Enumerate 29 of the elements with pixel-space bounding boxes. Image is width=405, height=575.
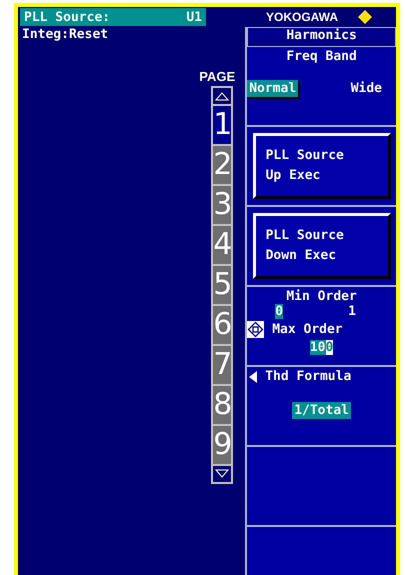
diamond-icon [358,10,372,24]
page-tab[interactable]: 1 [212,105,232,145]
brand-text: YOKOGAWA [266,10,338,24]
page-tab[interactable]: 8 [212,385,232,425]
menu-title: Harmonics [247,27,396,47]
freq-band-option[interactable]: Wide [348,80,384,97]
min-order-label: Min Order [286,289,357,304]
page-label: PAGE [199,69,236,84]
page-tab[interactable]: 4 [212,225,232,265]
page-tab[interactable]: 3 [212,185,232,225]
integration-status: Integ:Reset [22,27,110,42]
thd-formula-value[interactable]: 1/Total [292,402,351,419]
page-tab[interactable]: 6 [212,305,232,345]
page-tab[interactable]: 2 [212,145,232,185]
max-order-label: Max Order [272,322,343,337]
pll-source-status: PLL Source: U1 [20,8,206,26]
page-tab[interactable]: 9 [212,425,232,465]
freq-band-option[interactable]: Normal [247,80,298,97]
page-up-icon[interactable] [212,87,232,105]
min-order-reading: 1 [348,304,356,319]
freq-band-label: Freq Band [286,49,357,64]
thd-formula-label: Thd Formula [265,369,352,384]
left-arrow-icon [249,370,258,382]
page-tab[interactable]: 7 [212,345,232,385]
exec-button[interactable]: PLL Source Down Exec [252,213,391,279]
page-tab[interactable]: 5 [212,265,232,305]
exec-button[interactable]: PLL Source Up Exec [252,133,391,199]
page-down-icon[interactable] [212,465,232,483]
min-order-value[interactable]: 0 [275,304,284,319]
